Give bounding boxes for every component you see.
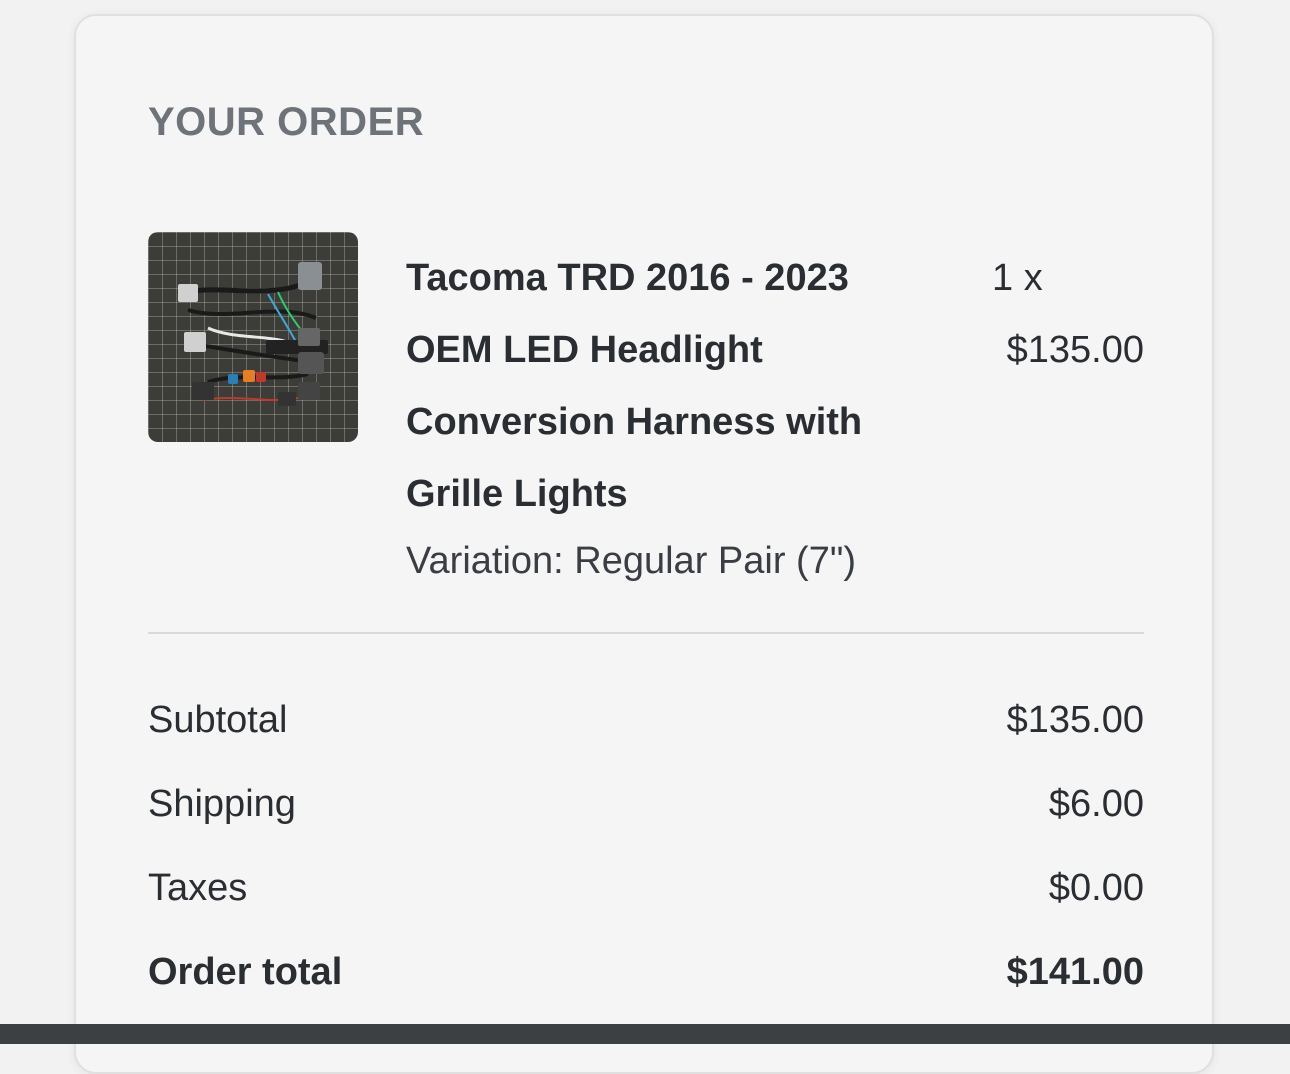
item-price: $135.00 — [1006, 329, 1144, 371]
product-name: Tacoma TRD 2016 - 2023 OEM LED Headlight… — [406, 242, 946, 530]
order-total-label: Order total — [148, 951, 343, 993]
taxes-value: $0.00 — [1048, 867, 1144, 909]
product-name-line: Tacoma TRD 2016 - 2023 — [406, 257, 849, 299]
product-variation: Variation: Regular Pair (7") — [406, 540, 856, 582]
shipping-label: Shipping — [148, 783, 296, 825]
taxes-label: Taxes — [148, 867, 248, 909]
taxes-row: Taxes $0.00 — [148, 858, 1144, 918]
product-name-line: OEM LED Headlight — [406, 329, 763, 371]
subtotal-row: Subtotal $135.00 — [148, 690, 1144, 750]
subtotal-label: Subtotal — [148, 699, 288, 741]
order-heading: YOUR ORDER — [148, 100, 425, 144]
item-quantity: 1 x — [992, 257, 1043, 299]
order-total-value: $141.00 — [1006, 951, 1144, 993]
order-total-row: Order total $141.00 — [148, 942, 1144, 1002]
wiring-harness-photo — [177, 262, 328, 406]
order-summary-card: YOUR ORDER Tacoma TRD 2016 - 2023 OEM LE… — [74, 14, 1214, 1074]
shipping-value: $6.00 — [1048, 783, 1144, 825]
product-image — [148, 232, 358, 442]
subtotal-value: $135.00 — [1006, 699, 1144, 741]
divider — [148, 632, 1144, 634]
product-name-line: Grille Lights — [406, 473, 628, 515]
product-name-line: Conversion Harness with — [406, 401, 863, 443]
bottom-toolbar — [0, 1024, 1290, 1044]
shipping-row: Shipping $6.00 — [148, 774, 1144, 834]
